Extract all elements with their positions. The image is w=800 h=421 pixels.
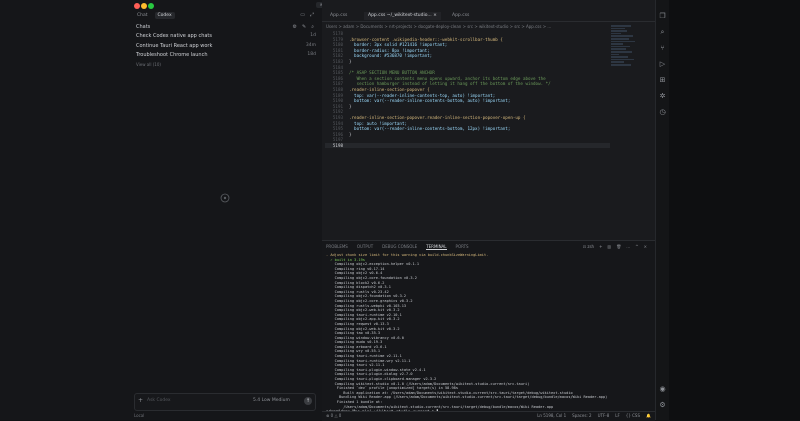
expand-icon[interactable]: ⤢ bbox=[310, 12, 314, 18]
code-text: } bbox=[349, 131, 352, 137]
editor-tab[interactable]: App.css bbox=[326, 12, 351, 20]
tab-problems[interactable]: PROBLEMS bbox=[326, 244, 348, 250]
breadcrumb[interactable]: Users > adam > Documents > nrt-projects … bbox=[326, 24, 551, 29]
kill-terminal-icon[interactable]: 🗑 bbox=[616, 244, 621, 249]
tab-terminal[interactable]: TERMINAL bbox=[426, 244, 447, 250]
model-selector[interactable]: 5.4 Low Medium bbox=[253, 398, 290, 403]
extensions-icon[interactable]: ⊞ bbox=[658, 76, 667, 85]
minimize-window-button[interactable] bbox=[141, 3, 147, 9]
chat-title: Check Codex native app chats bbox=[136, 33, 212, 39]
environment-status[interactable]: Local bbox=[134, 413, 144, 418]
chats-header: Chats bbox=[136, 24, 151, 30]
chat-time: 34m bbox=[305, 43, 316, 48]
settings-gear-icon[interactable]: ⚙ bbox=[658, 401, 667, 410]
split-terminal-icon[interactable]: ▥ bbox=[607, 244, 611, 249]
tab-ports[interactable]: PORTS bbox=[456, 244, 469, 250]
openai-icon[interactable]: ✲ bbox=[658, 92, 667, 101]
desktop-background bbox=[669, 0, 800, 420]
close-window-button[interactable] bbox=[134, 3, 140, 9]
language-status[interactable]: {} CSS bbox=[626, 413, 640, 418]
loading-spinner-icon bbox=[220, 193, 230, 203]
terminal-output[interactable]: - Adjust chunk size limit for this warni… bbox=[326, 253, 646, 409]
prompt-box[interactable]: + Ask Codex 5.4 Low Medium ↑ bbox=[134, 393, 316, 411]
remote-icon[interactable]: ◷ bbox=[658, 108, 667, 117]
zoom-window-button[interactable] bbox=[148, 3, 154, 9]
tab-chat[interactable]: Chat bbox=[134, 12, 151, 19]
chat-title: Continue Tauri React app work bbox=[136, 43, 213, 49]
close-panel-icon[interactable]: × bbox=[644, 244, 647, 249]
bottom-panel: PROBLEMS OUTPUT DEBUG CONSOLE TERMINAL P… bbox=[322, 240, 655, 414]
tab-output[interactable]: OUTPUT bbox=[357, 244, 373, 250]
maximize-panel-icon[interactable]: ^ bbox=[635, 244, 638, 249]
encoding-status[interactable]: UTF-8 bbox=[598, 413, 610, 418]
editor-tabs: App.css App.css ~/_wikitext-studio... × … bbox=[322, 11, 655, 22]
chat-time: 18d bbox=[307, 52, 316, 57]
sidebar-toggle-icon[interactable]: ▭ bbox=[300, 12, 305, 18]
editor-tab-active[interactable]: App.css ~/_wikitext-studio... × bbox=[364, 12, 441, 20]
panel-tabs: Chat Codex bbox=[134, 12, 175, 19]
cursor-position[interactable]: Ln 5198, Col 1 bbox=[537, 413, 566, 418]
send-icon[interactable]: ↑ bbox=[304, 397, 312, 405]
explorer-icon[interactable]: ❐ bbox=[658, 12, 667, 21]
chat-item[interactable]: Check Codex native app chats 1d bbox=[136, 33, 316, 39]
minimap[interactable] bbox=[611, 24, 641, 104]
search-icon[interactable]: ⌕ bbox=[658, 28, 667, 37]
problems-status[interactable]: ⊗ 0 △ 0 bbox=[326, 413, 341, 418]
filter-icon[interactable]: ⚙ bbox=[293, 24, 297, 30]
search-icon[interactable]: ⌕ bbox=[311, 24, 314, 30]
more-icon[interactable]: … bbox=[626, 244, 630, 249]
account-icon[interactable]: ◉ bbox=[658, 385, 667, 394]
prompt-input[interactable]: Ask Codex bbox=[147, 398, 171, 403]
codex-panel: Chat Codex ▭ ⤢ Chats ⚙ ✎ ⌕ Check Codex n… bbox=[0, 0, 323, 420]
add-icon[interactable]: + bbox=[138, 397, 143, 404]
activity-bar: ❐ ⌕ ⑂ ▷ ⊞ ✲ ◷ ◉ ⚙ bbox=[655, 0, 670, 420]
source-control-icon[interactable]: ⑂ bbox=[658, 44, 667, 53]
chat-title: Troubleshoot Chrome launch bbox=[136, 52, 208, 58]
indentation-status[interactable]: Spaces: 2 bbox=[572, 413, 591, 418]
code-text: } bbox=[349, 58, 352, 64]
run-debug-icon[interactable]: ▷ bbox=[658, 60, 667, 69]
terminal-shell-label[interactable]: ⊡ zsh bbox=[583, 244, 594, 249]
eol-status[interactable]: LF bbox=[615, 413, 620, 418]
chat-item[interactable]: Troubleshoot Chrome launch 18d bbox=[136, 52, 316, 58]
chat-time: 1d bbox=[310, 33, 316, 38]
code-text: background: #536870 !important; bbox=[349, 53, 433, 59]
code-text: bottom: var(--reader-inline-contents-bot… bbox=[349, 126, 511, 132]
line-number: 5198 bbox=[332, 142, 343, 148]
chat-item[interactable]: Continue Tauri React app work 34m bbox=[136, 43, 316, 49]
view-all-link[interactable]: View all (10) bbox=[136, 62, 161, 67]
code-text: bottom: var(--reader-inline-contents-bot… bbox=[349, 98, 511, 104]
tab-debug-console[interactable]: DEBUG CONSOLE bbox=[382, 244, 417, 250]
new-chat-icon[interactable]: ✎ bbox=[302, 24, 306, 30]
editor-tab[interactable]: App.css bbox=[448, 12, 473, 20]
new-terminal-icon[interactable]: + bbox=[599, 244, 602, 249]
code-view[interactable]: 5178 5179 .browser-content .wikipedia-head… bbox=[325, 31, 610, 149]
code-text: } bbox=[349, 103, 352, 109]
code-line[interactable]: 5198 bbox=[325, 142, 610, 149]
tab-codex[interactable]: Codex bbox=[154, 12, 175, 19]
notifications-icon[interactable]: 🔔 bbox=[646, 413, 651, 418]
